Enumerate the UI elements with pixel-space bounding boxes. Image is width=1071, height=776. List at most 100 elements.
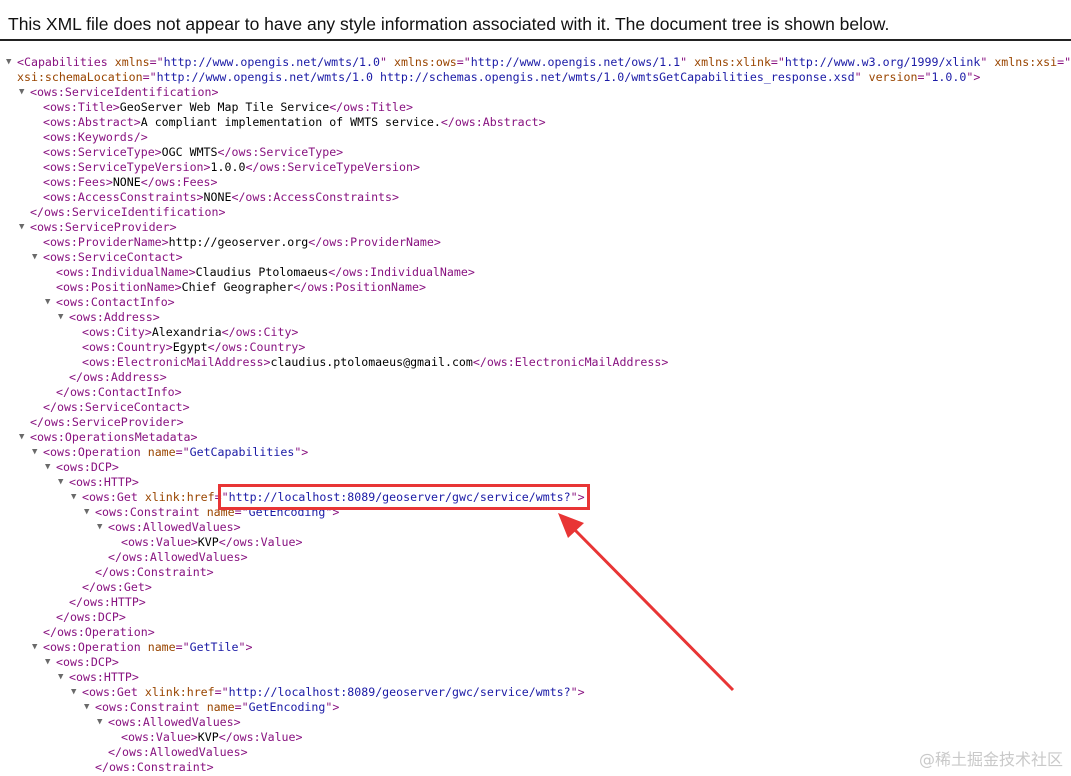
xml-tag-token: <ows:Address> bbox=[69, 310, 160, 324]
xml-tag-token: ows:Constraint bbox=[101, 700, 200, 714]
xml-attr-token: xmlns bbox=[114, 55, 150, 69]
xml-tag-token: <ows:Abstract> bbox=[43, 115, 141, 129]
xml-punct-token: "> bbox=[325, 700, 340, 714]
expand-toggle-icon[interactable]: ▼ bbox=[97, 715, 107, 730]
xml-punct-token: < bbox=[43, 445, 50, 459]
xml-line-content: </ows:Constraint> bbox=[95, 565, 214, 580]
xml-tag-token: Capabilities bbox=[23, 55, 108, 69]
xml-tag-token: </ows:PositionName> bbox=[293, 280, 426, 294]
xml-tag-token: <ows:HTTP> bbox=[69, 475, 139, 489]
xml-line-content: <ows:Fees>NONE</ows:Fees> bbox=[43, 175, 218, 190]
xml-line-content: <ows:IndividualName>Claudius Ptolomaeus<… bbox=[56, 265, 475, 280]
xml-tag-token: </ows:ServiceContact> bbox=[43, 400, 190, 414]
xml-tag-token: </ows:ServiceIdentification> bbox=[30, 205, 226, 219]
xml-line-content: </ows:DCP> bbox=[56, 610, 126, 625]
xml-tag-token: </ows:AccessConstraints> bbox=[231, 190, 399, 204]
xml-tag-token: <ows:DCP> bbox=[56, 460, 119, 474]
xml-attr-token: xlink:href bbox=[144, 685, 215, 699]
xml-punct-token: =" bbox=[770, 55, 785, 69]
xml-tag-token: </ows:ContactInfo> bbox=[56, 385, 182, 399]
xml-val-token: GetEncoding bbox=[248, 700, 326, 714]
expand-toggle-icon[interactable]: ▼ bbox=[32, 640, 42, 655]
expand-toggle-icon[interactable]: ▼ bbox=[19, 220, 29, 235]
xml-tag-token: <ows:ServiceType> bbox=[43, 145, 162, 159]
xml-line-content: <ows:ContactInfo> bbox=[56, 295, 175, 310]
xml-line-content: </ows:Operation> bbox=[43, 625, 155, 640]
xml-line-content: <ows:AccessConstraints>NONE</ows:AccessC… bbox=[43, 190, 399, 205]
xml-tag-token: </ows:Value> bbox=[218, 535, 303, 549]
xml-tag-token: </ows:Abstract> bbox=[440, 115, 546, 129]
xml-line-content: <ows:DCP> bbox=[56, 460, 119, 475]
xml-punct-token: "> bbox=[966, 70, 981, 84]
xml-txt-token: NONE bbox=[112, 175, 141, 189]
expand-toggle-icon[interactable]: ▼ bbox=[58, 670, 68, 685]
expand-toggle-icon[interactable]: ▼ bbox=[71, 490, 81, 505]
xml-line-content: <ows:ServiceType>OGC WMTS</ows:ServiceTy… bbox=[43, 145, 343, 160]
expand-toggle-icon[interactable]: ▼ bbox=[19, 430, 29, 445]
xml-tag-token: </ows:Constraint> bbox=[95, 760, 214, 774]
xml-tag-token: ows:Operation bbox=[49, 445, 141, 459]
xml-tag-token: <ows:OperationsMetadata> bbox=[30, 430, 198, 444]
xml-tag-token: ows:Get bbox=[88, 685, 138, 699]
expand-toggle-icon[interactable]: ▼ bbox=[45, 460, 55, 475]
expand-toggle-icon[interactable]: ▼ bbox=[97, 520, 107, 535]
xml-line-content: </ows:Get> bbox=[82, 580, 152, 595]
xml-line-content: <ows:AllowedValues> bbox=[108, 520, 241, 535]
xml-tag-token: <ows:Value> bbox=[121, 535, 198, 549]
xml-txt-token: NONE bbox=[203, 190, 232, 204]
xml-tag-token: </ows:ElectronicMailAddress> bbox=[472, 355, 669, 369]
xml-line-content: </ows:ServiceIdentification> bbox=[30, 205, 225, 220]
expand-toggle-icon[interactable]: ▼ bbox=[32, 445, 42, 460]
xml-attr-token: xlink:href bbox=[144, 490, 215, 504]
expand-toggle-icon[interactable]: ▼ bbox=[45, 295, 55, 310]
xml-tag-token: <ows:AllowedValues> bbox=[108, 715, 241, 729]
xml-punct-token: < bbox=[82, 490, 89, 504]
expand-toggle-icon[interactable]: ▼ bbox=[6, 55, 16, 70]
xml-tag-token: ows:Constraint bbox=[101, 505, 200, 519]
expand-toggle-icon[interactable]: ▼ bbox=[84, 505, 94, 520]
xml-tag-token: <ows:Value> bbox=[121, 730, 198, 744]
xml-line-content: </ows:AllowedValues> bbox=[108, 745, 248, 760]
expand-toggle-icon[interactable]: ▼ bbox=[19, 85, 29, 100]
xml-punct-token: " bbox=[680, 55, 695, 69]
xml-val-token: http://www.opengis.net/wmts/1.0 http://s… bbox=[156, 70, 855, 84]
xml-line-content: <ows:Operation name="GetCapabilities"> bbox=[43, 445, 308, 460]
xml-line-content: <ows:Operation name="GetTile"> bbox=[43, 640, 252, 655]
xml-tag-token: <ows:Keywords/> bbox=[43, 130, 148, 144]
xml-txt-token: KVP bbox=[197, 535, 219, 549]
xml-tag-token: </ows:AllowedValues> bbox=[108, 550, 248, 564]
expand-toggle-icon[interactable]: ▼ bbox=[45, 655, 55, 670]
expand-toggle-icon[interactable]: ▼ bbox=[84, 700, 94, 715]
xml-tag-token: </ows:AllowedValues> bbox=[108, 745, 248, 759]
xml-punct-token: =" bbox=[456, 55, 471, 69]
xml-punct-token: < bbox=[43, 640, 50, 654]
xml-punct-token: < bbox=[95, 700, 102, 714]
xml-tag-token: <ows:ServiceIdentification> bbox=[30, 85, 219, 99]
xml-line-content: </ows:Address> bbox=[69, 370, 167, 385]
xml-tag-token: <ows:City> bbox=[82, 325, 152, 339]
xml-tag-token: </ows:ServiceTypeVersion> bbox=[245, 160, 420, 174]
expand-toggle-icon[interactable]: ▼ bbox=[58, 310, 68, 325]
expand-toggle-icon[interactable]: ▼ bbox=[32, 250, 42, 265]
xml-txt-token: OGC WMTS bbox=[161, 145, 218, 159]
xml-val-token: GetCapabilities bbox=[189, 445, 295, 459]
expand-toggle-icon[interactable]: ▼ bbox=[71, 685, 81, 700]
xml-line-content: </ows:ServiceContact> bbox=[43, 400, 190, 415]
xml-line-content: <ows:ServiceIdentification> bbox=[30, 85, 218, 100]
xml-punct-token: " bbox=[980, 55, 995, 69]
xml-tag-token: <ows:ServiceProvider> bbox=[30, 220, 177, 234]
xml-tag-token: </ows:Country> bbox=[207, 340, 306, 354]
xml-tag-token: <ows:DCP> bbox=[56, 655, 119, 669]
xml-tag-token: <ows:ProviderName> bbox=[43, 235, 169, 249]
xml-line-content: <ows:Get xlink:href="http://localhost:80… bbox=[82, 685, 585, 700]
xml-tag-token: ows:Operation bbox=[49, 640, 141, 654]
expand-toggle-icon[interactable]: ▼ bbox=[58, 475, 68, 490]
xml-line-content: </ows:Constraint> bbox=[95, 760, 214, 775]
xml-line-content: <Capabilities xmlns="http://www.opengis.… bbox=[17, 55, 1071, 70]
xml-txt-token: GeoServer Web Map Tile Service bbox=[119, 100, 330, 114]
xml-line-content: <ows:ProviderName>http://geoserver.org</… bbox=[43, 235, 441, 250]
xml-txt-token bbox=[141, 640, 148, 654]
xml-line-content: <ows:OperationsMetadata> bbox=[30, 430, 198, 445]
xml-line-content: <ows:ServiceProvider> bbox=[30, 220, 177, 235]
xml-val-token: http://localhost:8089/geoserver/gwc/serv… bbox=[228, 685, 571, 699]
